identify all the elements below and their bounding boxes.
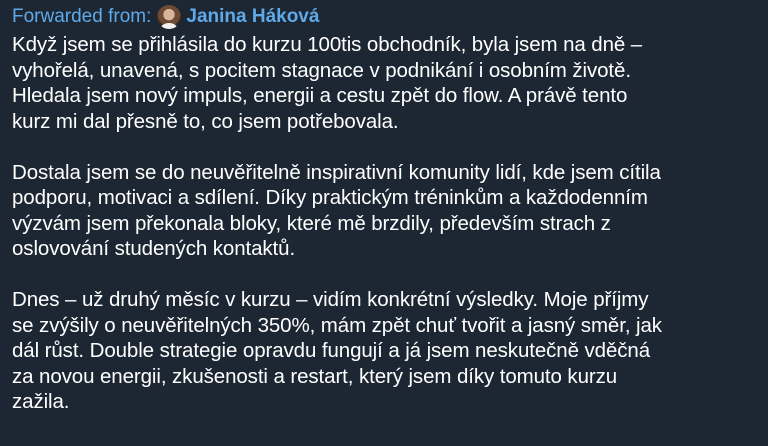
text-line: podporu, motivaci a sdílení. Díky prakti… <box>12 186 648 209</box>
message-paragraph-1: Když jsem se přihlásila do kurzu 100tis … <box>12 32 758 134</box>
text-line: se zvýšily o neuvěřitelných 350%, mám zp… <box>12 313 662 337</box>
text-line: oslovování studených kontaktů. <box>12 237 296 260</box>
text-line: dál růst. Double strategie opravdu fungu… <box>12 339 650 362</box>
message-paragraph-2: Dostala jsem se do neuvěřitelně inspirat… <box>12 160 758 262</box>
message-paragraph-3: Dnes – už druhý měsíc v kurzu – vidím ko… <box>12 287 758 415</box>
forward-header[interactable]: Forwarded from: Janina Háková <box>12 2 758 32</box>
text-line: Dnes – už druhý měsíc v kurzu – vidím ko… <box>12 288 649 311</box>
text-line: zažila. <box>12 390 70 413</box>
sender-avatar[interactable] <box>157 5 182 29</box>
text-line: Když jsem se přihlásila do kurzu 100tis … <box>12 33 643 56</box>
text-line: Dostala jsem se do neuvěřitelně inspirat… <box>12 160 661 184</box>
text-line: kurz mi dal přesně to, co jsem potřebova… <box>12 109 399 133</box>
message-bubble: Forwarded from: Janina Háková Když jsem … <box>0 0 768 446</box>
forward-label: Forwarded from: <box>12 6 152 27</box>
text-line: vyhořelá, unavená, s pocitem stagnace v … <box>12 58 631 82</box>
text-line: Hledala jsem nový impuls, energii a cest… <box>12 84 628 107</box>
text-line: výzvám jsem překonala bloky, které mě br… <box>12 211 611 235</box>
sender-name[interactable]: Janina Háková <box>186 6 319 28</box>
message-text: Když jsem se přihlásila do kurzu 100tis … <box>12 32 758 415</box>
text-line: za novou energii, zkušenosti a restart, … <box>12 364 618 388</box>
